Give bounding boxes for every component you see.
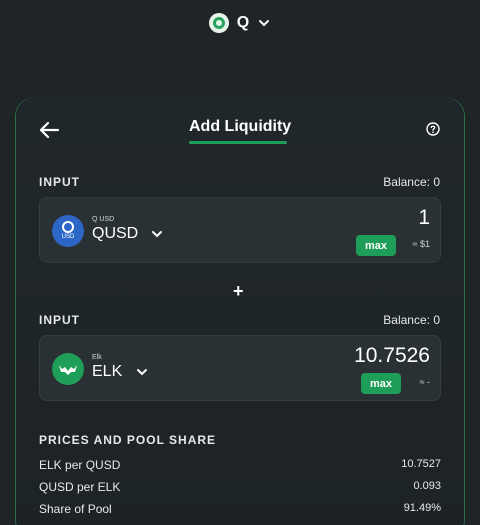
help-circle-icon[interactable] [426, 122, 440, 136]
price-row: QUSD per ELK 0.093 [39, 480, 441, 498]
price-value: 10.7527 [401, 458, 441, 470]
qusd-token-icon: USD [52, 215, 84, 247]
token-select[interactable]: QUSD [92, 225, 138, 243]
token-select[interactable]: ELK [92, 363, 122, 381]
network-label: Q [236, 14, 250, 31]
input-label: INPUT [39, 175, 80, 189]
chevron-down-icon[interactable] [151, 228, 163, 240]
max-button[interactable]: max [356, 235, 396, 256]
price-label: Share of Pool [39, 502, 112, 516]
chevron-down-icon [259, 20, 270, 27]
balance-text: Balance: 0 [383, 313, 440, 327]
prices-section-title: PRICES AND POOL SHARE [39, 433, 217, 447]
plus-icon: + [233, 281, 244, 301]
price-row: ELK per QUSD 10.7527 [39, 458, 441, 476]
price-label: ELK per QUSD [39, 458, 121, 472]
arrow-left-icon[interactable] [38, 120, 60, 140]
price-value: 0.093 [413, 480, 441, 492]
amount-input[interactable]: 10.7526 [354, 344, 430, 368]
elk-token-icon [52, 353, 84, 385]
page-header: Add Liquidity [38, 116, 442, 146]
token-subtitle: Elk [92, 354, 102, 361]
price-label: QUSD per ELK [39, 480, 121, 494]
balance-text: Balance: 0 [383, 175, 440, 189]
title-underline [189, 141, 287, 144]
q-network-icon [208, 13, 229, 33]
token-subtitle: Q USD [92, 216, 115, 223]
token-input-panel: Elk ELK 10.7526 max ≈ - [39, 335, 441, 401]
usd-estimate: ≈ $1 [412, 239, 430, 249]
chevron-down-icon[interactable] [136, 366, 148, 378]
page-title: Add Liquidity [189, 118, 292, 135]
input-label: INPUT [39, 313, 80, 327]
network-selector[interactable]: Q [0, 10, 480, 36]
amount-input[interactable]: 1 [418, 206, 430, 230]
max-button[interactable]: max [361, 373, 401, 394]
price-row: Share of Pool 91.49% [39, 502, 441, 520]
price-value: 91.49% [403, 502, 441, 514]
token-input-panel: USD Q USD QUSD 1 max ≈ $1 [39, 197, 441, 263]
usd-estimate: ≈ - [419, 377, 430, 387]
